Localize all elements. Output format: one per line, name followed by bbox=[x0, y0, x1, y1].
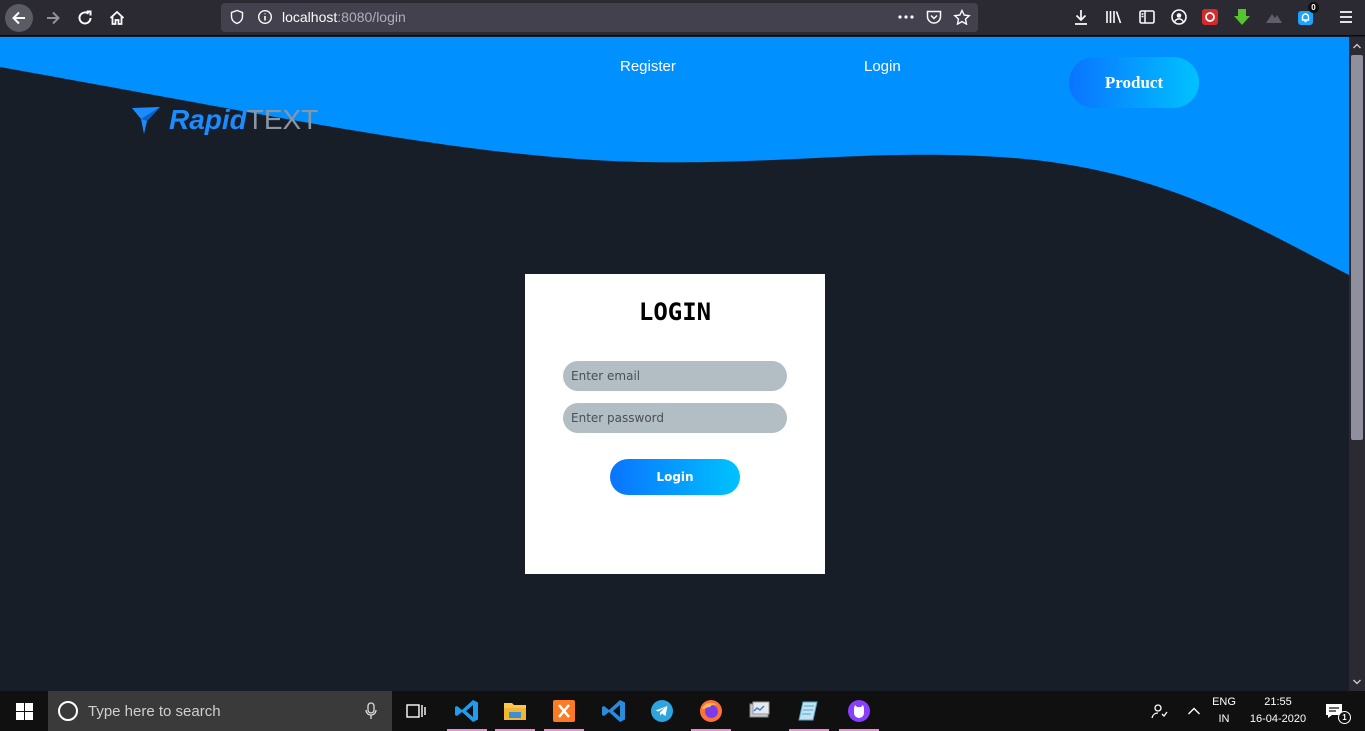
clock-date[interactable]: 16-04-2020 bbox=[1246, 713, 1310, 725]
firefox-icon bbox=[700, 700, 722, 722]
sidebar-button[interactable] bbox=[1137, 7, 1157, 27]
download-icon bbox=[1075, 10, 1087, 25]
task-view-button[interactable] bbox=[396, 691, 436, 731]
pocket-icon[interactable] bbox=[925, 9, 943, 25]
notepad-icon bbox=[798, 701, 818, 721]
people-icon bbox=[1151, 704, 1168, 719]
taskbar-telegram[interactable] bbox=[642, 691, 682, 731]
menu-button[interactable] bbox=[1336, 7, 1356, 27]
windows-logo-icon bbox=[15, 702, 33, 720]
taskbar-file-explorer[interactable] bbox=[495, 691, 535, 731]
library-button[interactable] bbox=[1104, 7, 1124, 27]
taskbar-firefox[interactable] bbox=[691, 691, 731, 731]
page-scrollbar[interactable] bbox=[1349, 37, 1365, 691]
telegram-icon bbox=[651, 700, 673, 722]
extension-notify-button[interactable]: 0 bbox=[1296, 2, 1319, 27]
password-field[interactable] bbox=[563, 403, 787, 433]
more-actions-icon[interactable] bbox=[897, 9, 915, 25]
paper-plane-logo-icon bbox=[132, 107, 160, 134]
notification-center-badge: 1 bbox=[1338, 711, 1351, 724]
taskbar-github-desktop[interactable] bbox=[839, 691, 879, 731]
folder-icon bbox=[504, 703, 526, 720]
page-content: RapidTEXT Register Login Product LOGIN L… bbox=[0, 37, 1349, 691]
scroll-down-icon[interactable] bbox=[1352, 677, 1362, 687]
extension-red-button[interactable] bbox=[1200, 7, 1220, 27]
home-button[interactable] bbox=[103, 4, 131, 32]
login-card: LOGIN Login bbox=[525, 274, 825, 574]
clock-time[interactable]: 21:55 bbox=[1246, 696, 1310, 708]
home-icon bbox=[109, 10, 125, 25]
reload-icon bbox=[78, 10, 92, 25]
url-bar[interactable]: localhost:8080/login bbox=[221, 3, 978, 32]
vscode-alt-icon bbox=[602, 700, 625, 722]
extension-gray-button[interactable] bbox=[1264, 7, 1284, 27]
logo-suffix-text: TEXT bbox=[246, 104, 319, 135]
red-extension-icon bbox=[1202, 9, 1218, 25]
brand-logo[interactable]: Rapid TEXT bbox=[131, 103, 318, 137]
login-title: LOGIN bbox=[638, 298, 712, 326]
green-arrow-icon bbox=[1234, 9, 1250, 25]
login-submit-button[interactable]: Login bbox=[610, 459, 740, 495]
url-path: :8080/login bbox=[337, 9, 406, 25]
notification-count-badge: 0 bbox=[1308, 2, 1319, 13]
downloads-button[interactable] bbox=[1071, 7, 1091, 27]
shield-icon[interactable] bbox=[229, 9, 245, 25]
start-button[interactable] bbox=[0, 691, 48, 731]
microphone-icon[interactable] bbox=[364, 702, 378, 720]
info-icon[interactable] bbox=[257, 9, 273, 25]
cortana-icon bbox=[58, 701, 78, 721]
scroll-up-icon[interactable] bbox=[1352, 41, 1362, 51]
task-view-icon bbox=[406, 704, 426, 718]
vscode-icon bbox=[455, 700, 478, 722]
taskbar-notepad-app[interactable] bbox=[789, 691, 829, 731]
chevron-up-icon bbox=[1188, 707, 1200, 715]
extension-download-button[interactable] bbox=[1232, 7, 1252, 27]
people-button[interactable] bbox=[1139, 691, 1179, 731]
nav-login-link[interactable]: Login bbox=[864, 58, 901, 75]
browser-toolbar: localhost:8080/login 0 bbox=[0, 0, 1365, 36]
taskbar-app-gray[interactable] bbox=[740, 691, 780, 731]
action-center-button[interactable]: 1 bbox=[1314, 691, 1354, 731]
arrow-right-icon bbox=[47, 11, 60, 25]
account-icon bbox=[1171, 9, 1187, 25]
windows-taskbar: Type here to search ENG IN 21:55 16-04-2… bbox=[0, 691, 1365, 731]
mountain-icon bbox=[1266, 14, 1282, 23]
forward-button[interactable] bbox=[39, 4, 67, 32]
back-button[interactable] bbox=[5, 4, 33, 32]
arrow-left-icon bbox=[12, 11, 25, 25]
taskbar-search-box[interactable]: Type here to search bbox=[48, 691, 392, 731]
monitor-app-icon bbox=[749, 701, 770, 718]
input-region[interactable]: IN bbox=[1205, 713, 1243, 725]
hamburger-menu-icon bbox=[1340, 11, 1352, 23]
taskbar-vscode-insiders[interactable] bbox=[594, 691, 634, 731]
reload-button[interactable] bbox=[71, 4, 99, 32]
email-field[interactable] bbox=[563, 361, 787, 391]
taskbar-vscode[interactable] bbox=[447, 691, 487, 731]
logo-brand-text: Rapid bbox=[169, 104, 247, 135]
github-desktop-icon bbox=[848, 700, 870, 722]
taskbar-xampp[interactable] bbox=[544, 691, 584, 731]
url-host: localhost bbox=[282, 9, 338, 25]
bookmark-star-icon[interactable] bbox=[953, 9, 971, 25]
library-icon bbox=[1106, 11, 1122, 24]
url-text[interactable]: localhost:8080/login bbox=[282, 9, 406, 25]
product-button[interactable]: Product bbox=[1069, 57, 1199, 108]
taskbar-search-placeholder: Type here to search bbox=[88, 702, 221, 720]
xampp-icon bbox=[553, 700, 575, 722]
scrollbar-thumb[interactable] bbox=[1351, 55, 1363, 440]
sidebar-icon bbox=[1139, 10, 1155, 24]
nav-register-link[interactable]: Register bbox=[620, 58, 676, 75]
account-button[interactable] bbox=[1169, 7, 1189, 27]
input-language[interactable]: ENG bbox=[1205, 696, 1243, 708]
